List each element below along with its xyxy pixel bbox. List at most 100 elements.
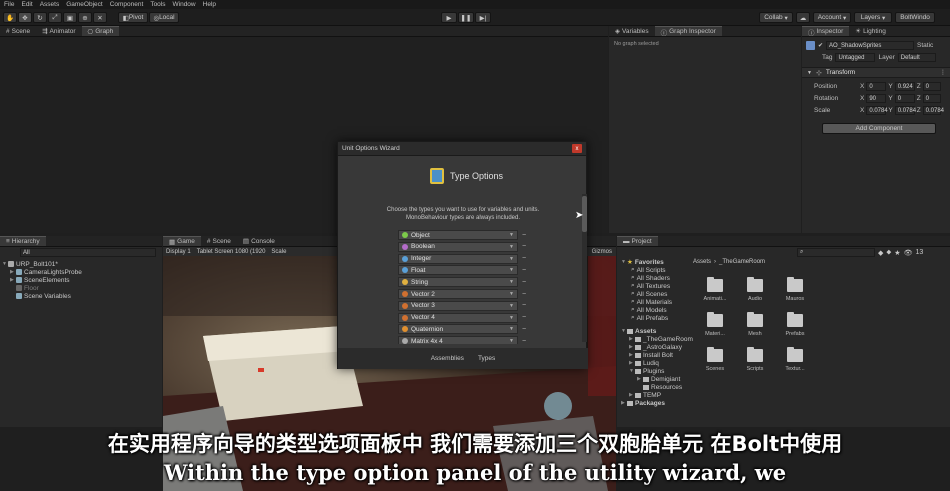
- type-option-row[interactable]: Boolean ▼: [398, 241, 518, 252]
- chevron-down-icon[interactable]: ▼: [509, 303, 514, 309]
- tab-graph-inspector[interactable]: ⓘ Graph Inspector: [654, 26, 722, 37]
- remove-type-button[interactable]: −: [520, 301, 528, 311]
- type-option-row[interactable]: Vector 4 ▼: [398, 312, 518, 323]
- layout-dropdown[interactable]: BoltWindo: [895, 12, 935, 23]
- remove-type-button[interactable]: −: [520, 265, 528, 275]
- remove-type-button[interactable]: −: [520, 254, 528, 264]
- list-item[interactable]: ⌕ All Prefabs: [621, 314, 693, 322]
- tab-console[interactable]: ▤ Console: [237, 236, 281, 246]
- remove-type-button[interactable]: −: [520, 289, 528, 299]
- list-item[interactable]: ▼ URP_Bolt101*: [2, 260, 82, 268]
- types-tab[interactable]: Types: [478, 355, 495, 362]
- transform-tool-button[interactable]: ⊕: [78, 12, 92, 23]
- close-button[interactable]: x: [572, 144, 582, 153]
- display-dropdown[interactable]: Display 1: [166, 249, 191, 255]
- scale-z[interactable]: 0.0784: [922, 106, 944, 115]
- list-item[interactable]: ⌕ All Scenes: [621, 290, 693, 298]
- chevron-down-icon[interactable]: ▼: [509, 291, 514, 297]
- chevron-down-icon[interactable]: ▼: [509, 279, 514, 285]
- remove-type-button[interactable]: −: [520, 277, 528, 287]
- menu-gameobject[interactable]: GameObject: [66, 1, 103, 8]
- assets-header[interactable]: ▼ Assets: [621, 327, 693, 335]
- project-search[interactable]: ⌕: [797, 248, 875, 257]
- packages-header[interactable]: ▶ Packages: [621, 399, 693, 407]
- list-item[interactable]: ⌕ All Materials: [621, 298, 693, 306]
- chevron-down-icon[interactable]: ▼: [509, 232, 514, 238]
- type-option-row[interactable]: Integer ▼: [398, 253, 518, 264]
- active-checkbox[interactable]: ✔: [818, 42, 823, 49]
- list-item[interactable]: ▶ SceneElements: [2, 276, 82, 284]
- type-option-row[interactable]: Vector 3 ▼: [398, 300, 518, 311]
- list-item[interactable]: ⌕ All Textures: [621, 282, 693, 290]
- list-item[interactable]: Floor: [2, 284, 82, 292]
- tab-variables[interactable]: ◈ Variables: [609, 26, 655, 36]
- tab-project[interactable]: ▬ Project: [617, 236, 658, 246]
- menu-file[interactable]: File: [4, 1, 14, 8]
- list-item[interactable]: ⌕ All Shaders: [621, 274, 693, 282]
- list-item[interactable]: ▶ _AstroGalaxy: [621, 343, 693, 351]
- object-name-field[interactable]: AO_ShadowSprites: [826, 41, 915, 50]
- tab-graph[interactable]: ⎔ Graph: [81, 26, 120, 36]
- list-item[interactable]: Resources: [621, 383, 693, 391]
- folder-item[interactable]: Audio: [737, 277, 773, 302]
- gizmos-dropdown[interactable]: Gizmos: [592, 249, 612, 255]
- filter-type-icon[interactable]: ◆: [878, 249, 883, 257]
- favorites-header[interactable]: ▼ ★ Favorites: [621, 258, 693, 267]
- scale-y[interactable]: 0.0784: [894, 106, 916, 115]
- remove-type-button[interactable]: −: [520, 242, 528, 252]
- tab-scene[interactable]: # Scene: [201, 236, 237, 246]
- folder-item[interactable]: Textur...: [777, 347, 813, 372]
- chevron-down-icon[interactable]: ▼: [509, 338, 514, 344]
- list-item[interactable]: ▶ _TheGameRoom: [621, 335, 693, 343]
- add-component-button[interactable]: Add Component: [822, 123, 936, 134]
- step-button[interactable]: ▶|: [475, 12, 491, 23]
- list-item[interactable]: Scene Variables: [2, 292, 82, 300]
- filter-label-icon[interactable]: ⬥: [886, 249, 891, 257]
- folder-item[interactable]: Mauros: [777, 277, 813, 302]
- rotation-z[interactable]: 0: [922, 94, 941, 103]
- type-option-row[interactable]: Float ▼: [398, 265, 518, 276]
- chevron-down-icon[interactable]: ▼: [509, 326, 514, 332]
- folder-item[interactable]: Scenes: [697, 347, 733, 372]
- menu-edit[interactable]: Edit: [21, 1, 32, 8]
- chevron-down-icon[interactable]: ▼: [509, 267, 514, 273]
- play-button[interactable]: ▶: [441, 12, 457, 23]
- tab-lighting[interactable]: ☀ Lighting: [849, 26, 892, 36]
- type-option-row[interactable]: Vector 2 ▼: [398, 289, 518, 299]
- folder-item[interactable]: Scripts: [737, 347, 773, 372]
- pause-button[interactable]: ❚❚: [458, 12, 474, 23]
- rotate-tool-button[interactable]: ↻: [33, 12, 47, 23]
- hand-tool-button[interactable]: ✋: [3, 12, 17, 23]
- breadcrumb-assets[interactable]: Assets: [693, 259, 711, 265]
- chevron-down-icon[interactable]: ▼: [509, 244, 514, 250]
- cloud-button[interactable]: ☁: [796, 12, 810, 23]
- layer-dropdown[interactable]: Default: [897, 53, 936, 62]
- menu-assets[interactable]: Assets: [40, 1, 60, 8]
- list-item[interactable]: ▶ CameraLightsProbe: [2, 268, 82, 276]
- rotation-x[interactable]: 90: [866, 94, 887, 103]
- transform-header[interactable]: ▼ ⊹ Transform ⋮: [802, 67, 950, 78]
- type-option-row[interactable]: Object ▼: [398, 230, 518, 240]
- list-item[interactable]: ▼ Plugins: [621, 367, 693, 375]
- chevron-down-icon[interactable]: ▼: [509, 256, 514, 262]
- local-toggle[interactable]: ◎ Local: [149, 12, 179, 23]
- menu-component[interactable]: Component: [110, 1, 144, 8]
- type-option-row[interactable]: String ▼: [398, 277, 518, 288]
- favorite-star-icon[interactable]: ★: [894, 249, 900, 257]
- transform-menu-icon[interactable]: ⋮: [940, 69, 946, 76]
- rect-tool-button[interactable]: ▣: [63, 12, 77, 23]
- remove-type-button[interactable]: −: [520, 313, 528, 323]
- breadcrumb-thegameroom[interactable]: _TheGameRoom: [719, 259, 765, 265]
- tag-dropdown[interactable]: Untagged: [835, 53, 876, 62]
- chevron-down-icon[interactable]: ▼: [509, 315, 514, 321]
- list-item[interactable]: ⌕ All Scripts: [621, 266, 693, 274]
- folder-item[interactable]: Prefabs: [777, 312, 813, 337]
- type-option-row[interactable]: Matrix 4x 4 ▼: [398, 336, 518, 344]
- folder-item[interactable]: Animati...: [697, 277, 733, 302]
- tab-animator[interactable]: ⇶ Animator: [36, 26, 81, 36]
- list-item[interactable]: ⌕ All Models: [621, 306, 693, 314]
- type-option-row[interactable]: Quaternion ▼: [398, 324, 518, 335]
- folder-item[interactable]: Materi...: [697, 312, 733, 337]
- list-item[interactable]: ▶ TEMP: [621, 391, 693, 399]
- eye-icon[interactable]: 👁: [904, 249, 913, 257]
